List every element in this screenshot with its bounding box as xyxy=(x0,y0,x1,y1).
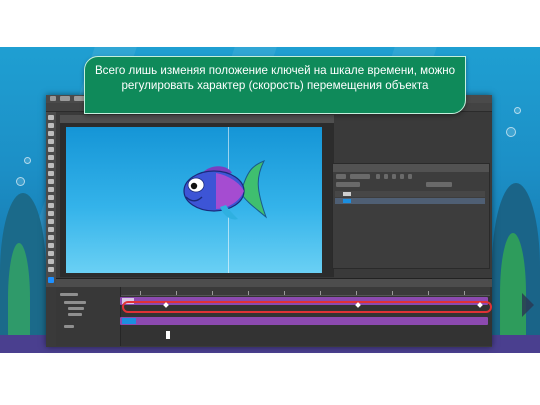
path-select-tool-icon[interactable] xyxy=(48,243,54,248)
playhead[interactable] xyxy=(166,331,170,339)
move-tool-icon[interactable] xyxy=(48,115,54,120)
blur-tool-icon[interactable] xyxy=(48,211,54,216)
timeline-ruler[interactable] xyxy=(120,287,490,296)
pen-tool-icon[interactable] xyxy=(48,227,54,232)
document-tab[interactable] xyxy=(60,115,334,123)
timeline-header[interactable] xyxy=(56,279,492,287)
timeline-layer-list xyxy=(56,287,121,346)
bubble xyxy=(506,127,516,137)
shape-tool-icon[interactable] xyxy=(48,251,54,256)
chevron-right-icon[interactable] xyxy=(518,291,536,319)
hand-tool-icon[interactable] xyxy=(48,259,54,264)
eyedropper-tool-icon[interactable] xyxy=(48,155,54,160)
crop-tool-icon[interactable] xyxy=(48,147,54,152)
canvas[interactable] xyxy=(66,127,322,273)
layers-panel xyxy=(332,163,490,269)
lasso-tool-icon[interactable] xyxy=(48,131,54,136)
document-window xyxy=(60,115,334,277)
layers-panel-header[interactable] xyxy=(333,164,489,172)
fish-illustration xyxy=(183,160,268,220)
bubble xyxy=(16,177,25,186)
layer-opacity-row[interactable] xyxy=(336,182,486,188)
brush-tool-icon[interactable] xyxy=(48,171,54,176)
gradient-tool-icon[interactable] xyxy=(48,203,54,208)
dodge-tool-icon[interactable] xyxy=(48,219,54,224)
heal-tool-icon[interactable] xyxy=(48,163,54,168)
type-tool-icon[interactable] xyxy=(48,235,54,240)
marquee-tool-icon[interactable] xyxy=(48,123,54,128)
keyframe-selection-outline xyxy=(122,301,492,313)
layer-filter-row[interactable] xyxy=(336,174,486,180)
wand-tool-icon[interactable] xyxy=(48,139,54,144)
layer-row[interactable] xyxy=(335,191,485,197)
bubble xyxy=(24,157,31,164)
tools-panel xyxy=(46,112,56,287)
eraser-tool-icon[interactable] xyxy=(48,195,54,200)
zoom-tool-icon[interactable] xyxy=(48,267,54,272)
stamp-tool-icon[interactable] xyxy=(48,179,54,184)
caption-text: Всего лишь изменяя положение ключей на ш… xyxy=(94,64,456,92)
history-brush-tool-icon[interactable] xyxy=(48,187,54,192)
timeline-panel xyxy=(56,278,492,346)
bubble xyxy=(514,107,521,114)
timeline-track-background[interactable] xyxy=(120,317,488,325)
layer-row[interactable] xyxy=(335,198,485,204)
color-swatch[interactable] xyxy=(48,277,54,283)
caption-callout: Всего лишь изменяя положение ключей на ш… xyxy=(84,56,466,114)
photoshop-window xyxy=(46,95,492,347)
